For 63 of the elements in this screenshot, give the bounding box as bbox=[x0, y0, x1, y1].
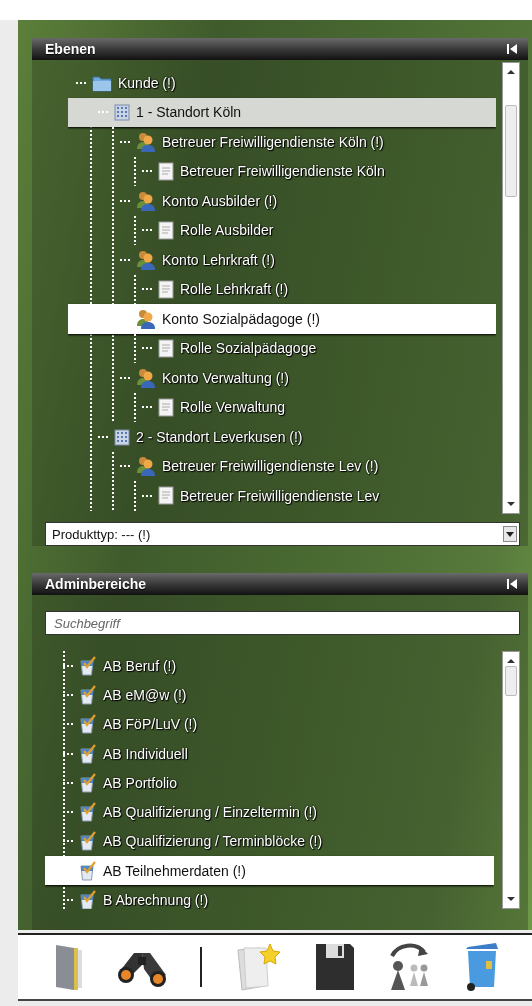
users-icon bbox=[136, 367, 156, 388]
document-icon bbox=[158, 486, 174, 506]
tree-item[interactable]: Konto Ausbilder (!) bbox=[68, 186, 496, 216]
checked-cup-icon bbox=[79, 860, 97, 881]
tree-item[interactable]: Konto Lehrkraft (!) bbox=[68, 245, 496, 275]
checked-cup-icon bbox=[79, 831, 97, 852]
list-item[interactable]: AB Qualifizierung / Terminblöcke (!) bbox=[45, 826, 494, 857]
scroll-down-icon[interactable] bbox=[507, 501, 515, 507]
list-item[interactable]: AB Individuell bbox=[45, 738, 494, 769]
checked-cup-icon bbox=[79, 772, 97, 793]
collapse-icon[interactable] bbox=[506, 578, 518, 590]
scrollbar[interactable] bbox=[502, 62, 520, 514]
collapse-icon[interactable] bbox=[506, 43, 518, 55]
checked-cup-icon bbox=[79, 802, 97, 823]
scroll-thumb[interactable] bbox=[505, 105, 517, 197]
checked-cup-icon bbox=[79, 714, 97, 735]
users-icon bbox=[136, 249, 156, 270]
tree-item[interactable]: Rolle Verwaltung bbox=[68, 392, 496, 422]
list-item[interactable]: B Abrechnung (!) bbox=[45, 885, 494, 909]
scroll-up-icon[interactable] bbox=[507, 69, 515, 75]
list-item[interactable]: AB FöP/LuV (!) bbox=[45, 709, 494, 739]
tree-item[interactable]: Betreuer Freiwilligendienste Lev (!) bbox=[68, 451, 496, 481]
checked-cup-icon bbox=[79, 684, 97, 705]
search-field[interactable]: Suchbegriff bbox=[45, 611, 520, 635]
tree-item[interactable]: Rolle Sozialpädagoge bbox=[68, 333, 496, 363]
tree-item[interactable]: Rolle Ausbilder bbox=[68, 215, 496, 245]
list-item[interactable]: AB Portfolio bbox=[45, 768, 494, 798]
building-icon bbox=[114, 103, 130, 122]
checked-cup-icon bbox=[79, 743, 97, 764]
list-item[interactable]: AB Beruf (!) bbox=[45, 651, 494, 681]
tree-item[interactable]: Rolle Lehrkraft (!) bbox=[68, 274, 496, 304]
document-icon bbox=[158, 161, 174, 181]
checked-cup-icon bbox=[79, 655, 97, 676]
list-item[interactable]: AB Teilnehmerdaten (!) bbox=[45, 856, 494, 886]
panel-title: Ebenen bbox=[45, 41, 96, 57]
tree-item[interactable]: 1 - Standort Köln bbox=[68, 97, 496, 127]
tree-item[interactable]: 2 - Standort Leverkusen (!) bbox=[68, 422, 496, 452]
scroll-up-icon[interactable] bbox=[507, 658, 515, 664]
list-item[interactable]: AB Qualifizierung / Einzeltermin (!) bbox=[45, 797, 494, 827]
tree-item[interactable]: Konto Verwaltung (!) bbox=[68, 363, 496, 393]
scrollbar[interactable] bbox=[502, 651, 520, 909]
scroll-thumb[interactable] bbox=[505, 666, 517, 696]
users-icon bbox=[136, 131, 156, 152]
panel-title: Adminbereiche bbox=[45, 576, 147, 592]
tree-item[interactable]: Kunde (!) bbox=[68, 68, 496, 98]
tree-item[interactable]: Betreuer Freiwilligendienste Lev bbox=[68, 481, 496, 511]
users-icon bbox=[136, 190, 156, 211]
document-icon bbox=[158, 338, 174, 358]
product-type-dropdown[interactable]: Produkttyp: --- (!) bbox=[45, 522, 520, 546]
tree-item[interactable]: Konto Sozialpädagoge (!) bbox=[68, 304, 496, 334]
scroll-down-icon[interactable] bbox=[507, 896, 515, 902]
tree-item[interactable]: Betreuer Freiwilligendienste Köln bbox=[68, 156, 496, 186]
building-icon bbox=[114, 427, 130, 446]
users-icon bbox=[136, 308, 156, 329]
document-icon bbox=[158, 220, 174, 240]
document-icon bbox=[158, 279, 174, 299]
users-icon bbox=[136, 456, 156, 477]
list-item[interactable]: AB eM@w (!) bbox=[45, 680, 494, 710]
folder-icon bbox=[92, 73, 112, 92]
tree-item[interactable]: Betreuer Freiwilligendienste Köln (!) bbox=[68, 127, 496, 157]
document-icon bbox=[158, 397, 174, 417]
checked-cup-icon bbox=[79, 890, 97, 909]
floppy-disk-icon[interactable] bbox=[314, 942, 356, 992]
